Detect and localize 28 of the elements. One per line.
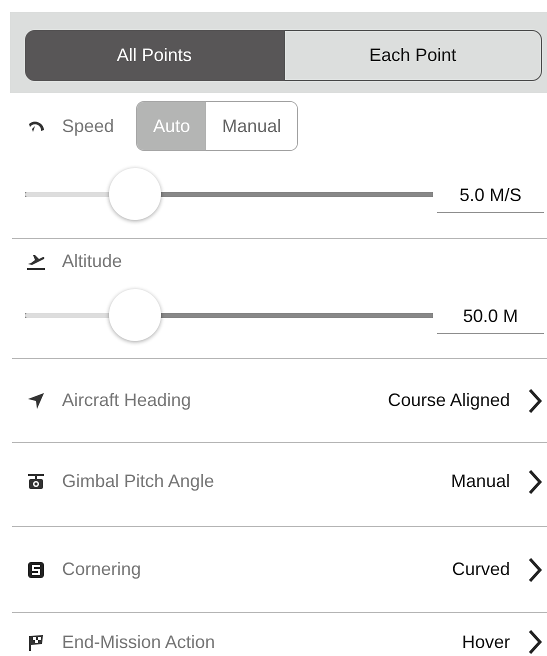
speed-label: Speed (62, 116, 114, 136)
chevron-right-icon (528, 629, 542, 655)
setting-label: End-Mission Action (62, 632, 216, 652)
heading-arrow-icon (26, 390, 46, 410)
setting-value: Manual (450, 471, 510, 492)
setting-row[interactable]: Gimbal Pitch Angle Manual (12, 443, 547, 527)
setting-row[interactable]: Cornering Curved (12, 527, 547, 613)
mode-tab[interactable]: Each Point (284, 30, 542, 81)
setting-row[interactable]: Aircraft Heading Course Aligned (12, 359, 547, 443)
checkered-flag-icon (26, 632, 46, 652)
chevron-right-icon (528, 556, 542, 582)
speed-value-field[interactable]: 5.0 M/S (437, 177, 544, 213)
altitude-label: Altitude (62, 251, 122, 272)
mode-tab[interactable]: All Points (25, 30, 284, 81)
slider-thumb[interactable] (109, 289, 162, 341)
gimbal-icon (26, 472, 46, 492)
setting-value: Hover (462, 632, 510, 652)
setting-value: Course Aligned (388, 390, 510, 411)
chevron-right-icon (528, 468, 542, 494)
slider-thumb[interactable] (109, 168, 162, 220)
setting-row[interactable]: End-Mission Action Hover (12, 613, 547, 656)
setting-value: Curved (452, 559, 510, 580)
setting-label: Cornering (62, 559, 142, 580)
setting-label: Aircraft Heading (62, 390, 192, 411)
cornering-icon (26, 560, 46, 580)
chevron-right-icon (528, 388, 542, 414)
setting-label: Gimbal Pitch Angle (62, 471, 214, 492)
altitude-value-field[interactable]: 50.0 M (437, 298, 544, 334)
